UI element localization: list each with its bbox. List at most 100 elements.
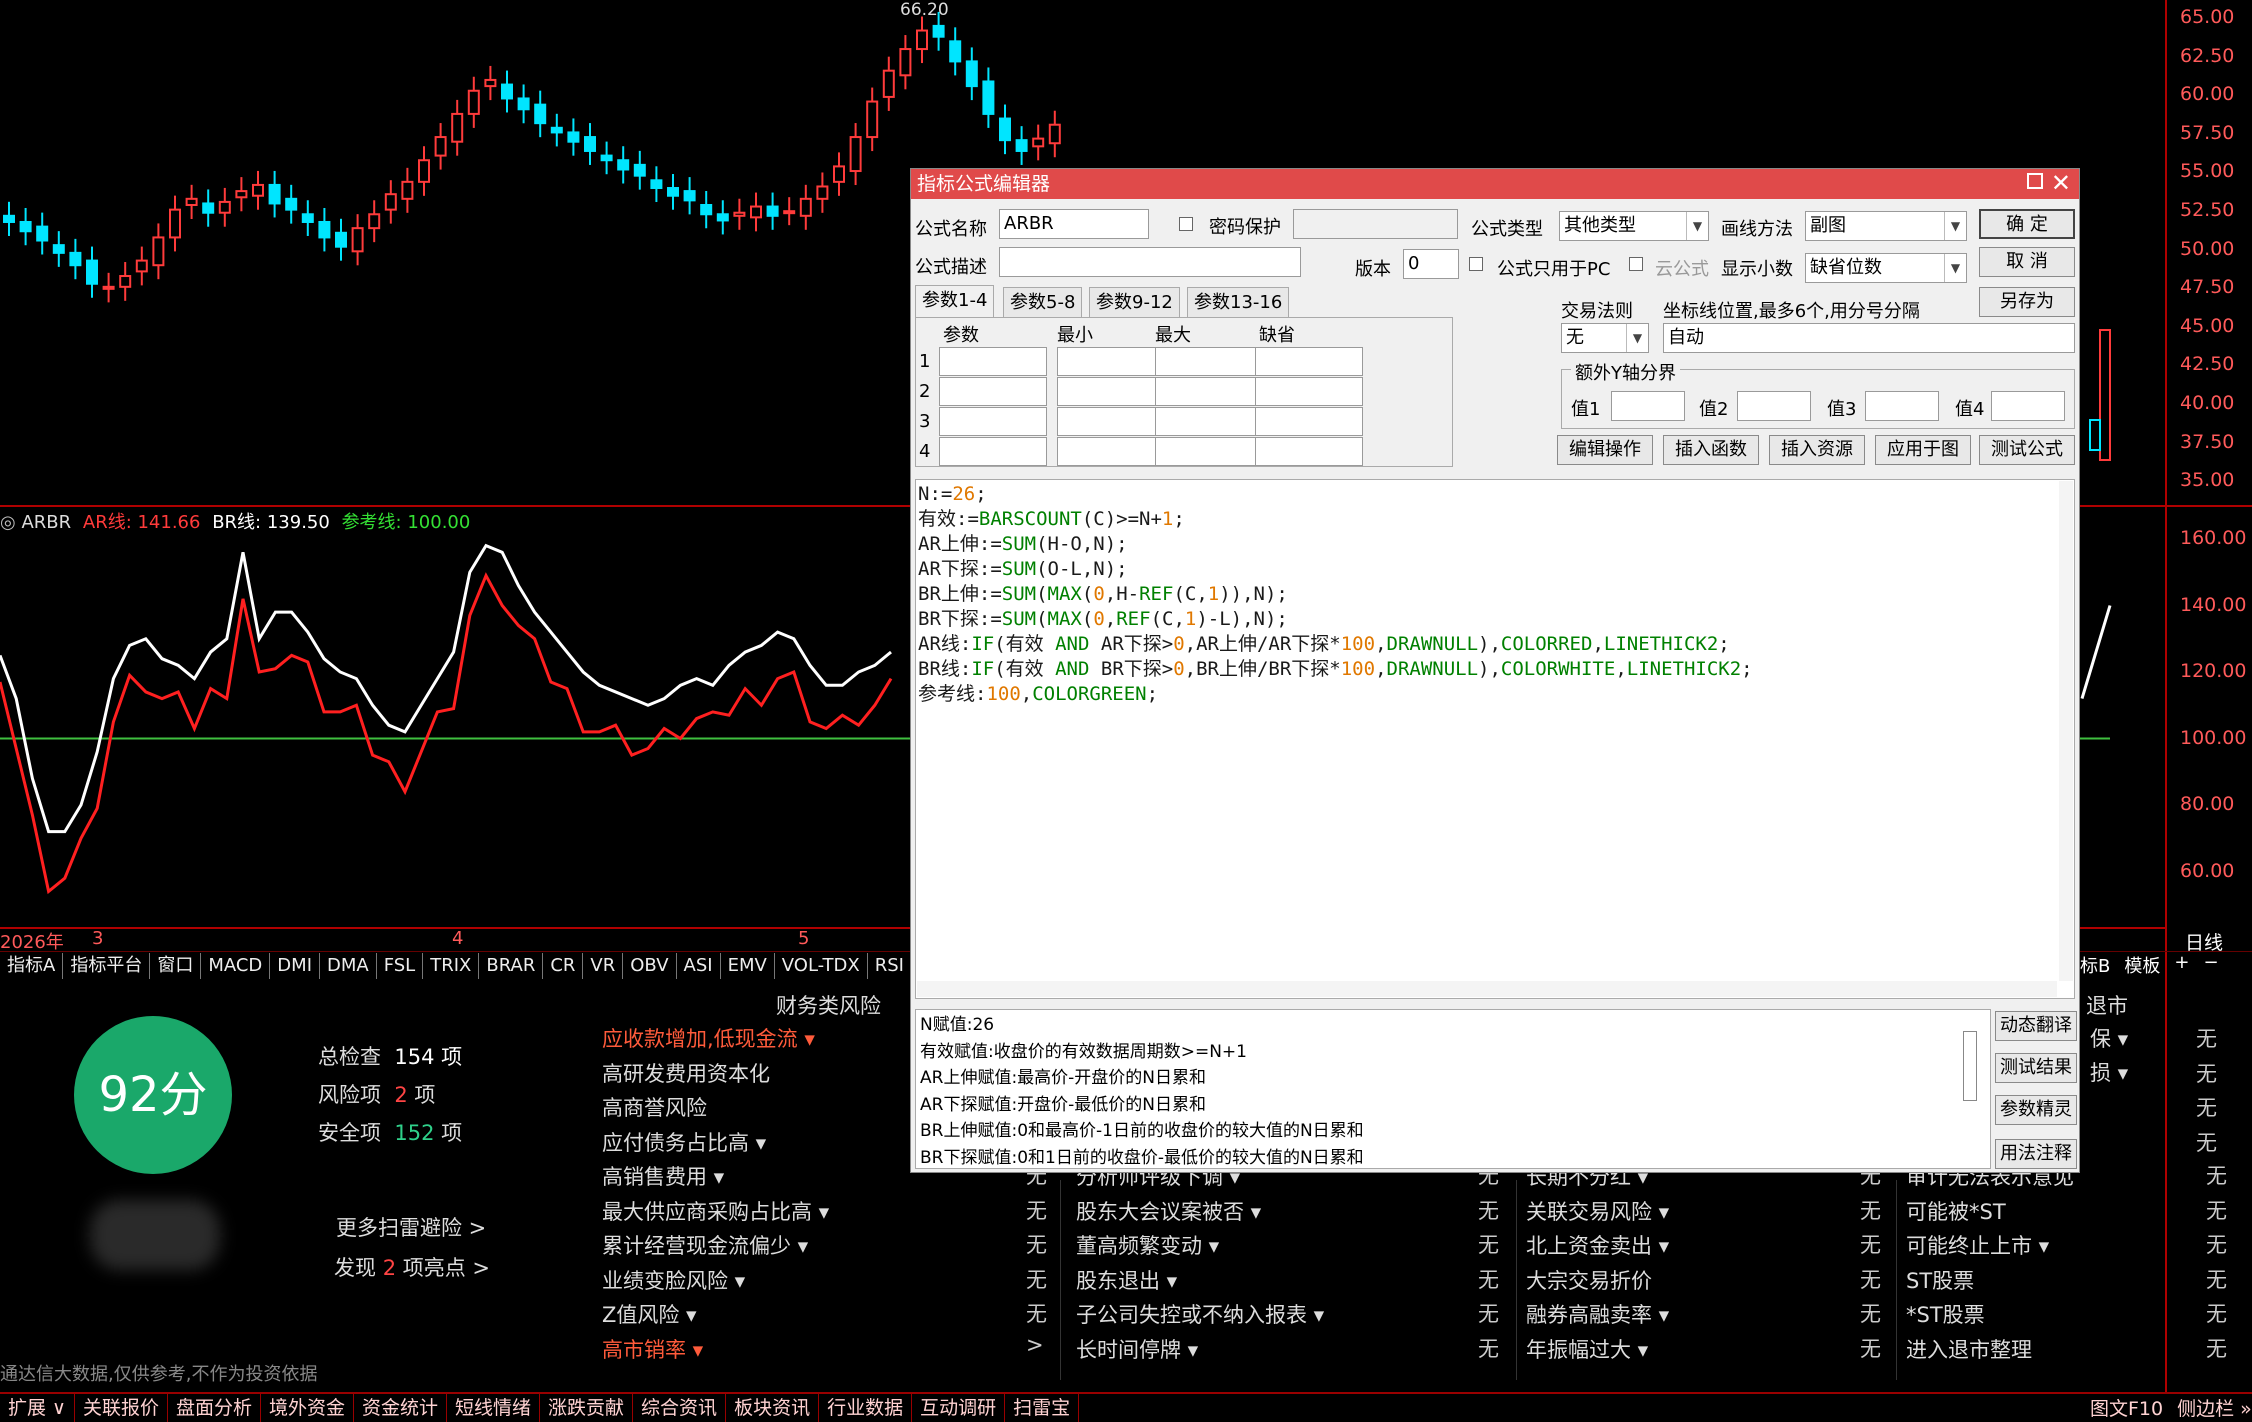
dialog-title-bar[interactable]: 指标公式编辑器 bbox=[911, 169, 2079, 199]
tab-template[interactable]: 模板 bbox=[2124, 952, 2160, 978]
tab-params-9-12[interactable]: 参数9-12 bbox=[1089, 287, 1180, 317]
param-cell-input[interactable] bbox=[1057, 347, 1165, 376]
cancel-button[interactable]: 取 消 bbox=[1979, 247, 2075, 277]
dynamic-translate-button[interactable]: 动态翻译 bbox=[1995, 1011, 2077, 1041]
delist-item[interactable]: 保 ▾ bbox=[2090, 1022, 2128, 1056]
insert-resource-button[interactable]: 插入资源 bbox=[1769, 435, 1865, 465]
risk-item[interactable]: 年振幅过大 ▾ bbox=[1526, 1333, 1648, 1367]
risk-item[interactable]: 子公司失控或不纳入报表 ▾ bbox=[1076, 1298, 1324, 1332]
tab-dma[interactable]: DMA bbox=[320, 952, 377, 979]
tab-params-5-8[interactable]: 参数5-8 bbox=[1003, 287, 1083, 317]
risk-item[interactable]: 长时间停牌 ▾ bbox=[1076, 1333, 1198, 1367]
param-cell-input[interactable] bbox=[1155, 407, 1263, 436]
edit-ops-button[interactable]: 编辑操作 bbox=[1557, 435, 1653, 465]
param-cell-input[interactable] bbox=[1255, 347, 1363, 376]
insert-function-button[interactable]: 插入函数 bbox=[1663, 435, 1759, 465]
close-icon[interactable]: ✕ bbox=[2051, 169, 2071, 197]
risk-item[interactable]: *ST股票 bbox=[1906, 1298, 1985, 1332]
risk-item[interactable]: 高销售费用 ▾ bbox=[602, 1160, 724, 1194]
param-cell-input[interactable] bbox=[1255, 407, 1363, 436]
tab-cr[interactable]: CR bbox=[543, 952, 584, 979]
tab-params-13-16[interactable]: 参数13-16 bbox=[1187, 287, 1290, 317]
val3-input[interactable] bbox=[1865, 391, 1939, 421]
param-cell-input[interactable] bbox=[1155, 347, 1263, 376]
risk-item[interactable]: 高研发费用资本化 bbox=[602, 1057, 770, 1091]
tab-dmi[interactable]: DMI bbox=[270, 952, 320, 979]
status-sidebar[interactable]: 侧边栏 » bbox=[2177, 1394, 2252, 1421]
add-tab-button[interactable]: + bbox=[2174, 952, 2189, 978]
maximize-icon[interactable] bbox=[2027, 173, 2043, 189]
decimal-select[interactable]: 缺省位数 ▼ bbox=[1805, 253, 1967, 283]
status-sector-news[interactable]: 板块资讯 bbox=[726, 1394, 820, 1422]
status-short-sentiment[interactable]: 短线情绪 bbox=[447, 1394, 541, 1422]
tab-fsl[interactable]: FSL bbox=[377, 952, 424, 979]
apply-to-chart-button[interactable]: 应用于图 bbox=[1875, 435, 1971, 465]
status-research[interactable]: 互动调研 bbox=[912, 1394, 1006, 1422]
risk-item[interactable]: 大宗交易折价 bbox=[1526, 1264, 1652, 1298]
formula-type-select[interactable]: 其他类型 ▼ bbox=[1559, 211, 1709, 241]
code-hscrollbar[interactable] bbox=[917, 981, 2057, 997]
formula-name-input[interactable]: ARBR bbox=[999, 209, 1149, 239]
tab-indicator-platform[interactable]: 指标平台 bbox=[63, 952, 151, 979]
risk-item[interactable]: 融券高融卖率 ▾ bbox=[1526, 1298, 1669, 1332]
status-market-analysis[interactable]: 盘面分析 bbox=[168, 1394, 261, 1422]
param-cell-input[interactable] bbox=[939, 437, 1047, 466]
help-scroll-thumb[interactable] bbox=[1963, 1031, 1977, 1101]
param-cell-input[interactable] bbox=[939, 407, 1047, 436]
risk-item[interactable]: Z值风险 ▾ bbox=[602, 1298, 697, 1332]
param-cell-input[interactable] bbox=[939, 347, 1047, 376]
password-input[interactable] bbox=[1293, 209, 1458, 239]
val1-input[interactable] bbox=[1611, 391, 1685, 421]
ok-button[interactable]: 确 定 bbox=[1979, 209, 2075, 239]
more-scan-link[interactable]: 更多扫雷避险 > bbox=[336, 1212, 486, 1242]
save-as-button[interactable]: 另存为 bbox=[1979, 287, 2075, 317]
param-cell-input[interactable] bbox=[1155, 377, 1263, 406]
param-cell-input[interactable] bbox=[939, 377, 1047, 406]
remove-tab-button[interactable]: − bbox=[2203, 952, 2218, 978]
tab-trix[interactable]: TRIX bbox=[423, 952, 480, 979]
tab-indicator-a[interactable]: 指标A bbox=[0, 952, 64, 979]
delist-item[interactable]: 损 ▾ bbox=[2090, 1056, 2128, 1090]
risk-item[interactable]: 业绩变脸风险 ▾ bbox=[602, 1264, 745, 1298]
risk-item[interactable]: 股东大会议案被否 ▾ bbox=[1076, 1195, 1261, 1229]
status-industry-data[interactable]: 行业数据 bbox=[819, 1394, 913, 1422]
test-formula-button[interactable]: 测试公式 bbox=[1979, 435, 2075, 465]
test-result-button[interactable]: 测试结果 bbox=[1995, 1053, 2077, 1083]
risk-item[interactable]: 可能终止上市 ▾ bbox=[1906, 1229, 2049, 1263]
highlights-link[interactable]: 发现 2 项亮点 > bbox=[334, 1252, 490, 1282]
usage-notes-button[interactable]: 用法注释 bbox=[1995, 1139, 2077, 1169]
tab-params-1-4[interactable]: 参数1-4 bbox=[915, 285, 995, 317]
version-input[interactable]: 0 bbox=[1403, 249, 1459, 279]
risk-item[interactable]: 董高频繁变动 ▾ bbox=[1076, 1229, 1219, 1263]
tab-indicator-b[interactable]: 标B bbox=[2080, 952, 2110, 978]
param-cell-input[interactable] bbox=[1255, 437, 1363, 466]
risk-item[interactable]: ST股票 bbox=[1906, 1264, 1974, 1298]
status-expand[interactable]: 扩展 ∨ bbox=[0, 1394, 75, 1422]
tab-rsi[interactable]: RSI bbox=[868, 952, 912, 979]
coord-input[interactable]: 自动 bbox=[1663, 323, 2075, 353]
status-f10[interactable]: 图文F10 bbox=[2090, 1394, 2163, 1421]
tab-macd[interactable]: MACD bbox=[201, 952, 271, 979]
risk-item[interactable]: 应收款增加,低现金流 ▾ bbox=[602, 1022, 815, 1056]
status-foreign-funds[interactable]: 境外资金 bbox=[261, 1394, 354, 1422]
tab-obv[interactable]: OBV bbox=[623, 952, 677, 979]
risk-item[interactable]: 关联交易风险 ▾ bbox=[1526, 1195, 1669, 1229]
status-mine-scan[interactable]: 扫雷宝 bbox=[1005, 1394, 1080, 1422]
val4-input[interactable] bbox=[1991, 391, 2065, 421]
risk-item[interactable]: 北上资金卖出 ▾ bbox=[1526, 1229, 1669, 1263]
draw-method-select[interactable]: 副图 ▼ bbox=[1805, 211, 1967, 241]
code-scrollbar[interactable] bbox=[2059, 481, 2073, 981]
trade-rule-select[interactable]: 无 ▼ bbox=[1561, 323, 1649, 353]
cloud-checkbox[interactable] bbox=[1629, 257, 1643, 271]
status-fund-stats[interactable]: 资金统计 bbox=[354, 1394, 448, 1422]
param-cell-input[interactable] bbox=[1057, 407, 1165, 436]
risk-item[interactable]: 最大供应商采购占比高 ▾ bbox=[602, 1195, 829, 1229]
risk-item[interactable]: 股东退出 ▾ bbox=[1076, 1264, 1177, 1298]
risk-item[interactable]: 应付债务占比高 ▾ bbox=[602, 1126, 766, 1160]
tab-brar[interactable]: BRAR bbox=[479, 952, 544, 979]
risk-item[interactable]: 高商誉风险 bbox=[602, 1091, 707, 1125]
status-related-quote[interactable]: 关联报价 bbox=[75, 1394, 168, 1422]
status-news[interactable]: 综合资讯 bbox=[633, 1394, 727, 1422]
val2-input[interactable] bbox=[1737, 391, 1811, 421]
tab-asi[interactable]: ASI bbox=[677, 952, 721, 979]
